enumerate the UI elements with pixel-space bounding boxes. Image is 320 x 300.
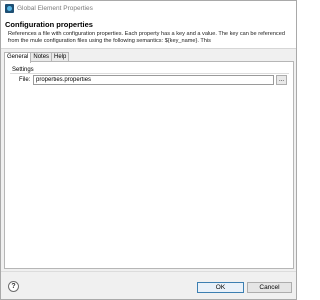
app-icon (5, 4, 14, 13)
browse-button[interactable]: ... (276, 75, 287, 85)
general-tab-panel: Settings File: ... (4, 61, 294, 269)
cancel-button[interactable]: Cancel (247, 282, 292, 293)
header-title: Configuration properties (5, 20, 93, 29)
file-field[interactable] (33, 75, 274, 85)
settings-group-divider (10, 73, 289, 74)
dialog-header: Configuration properties References a fi… (1, 17, 296, 49)
title-bar: Global Element Properties (1, 1, 296, 17)
help-icon[interactable]: ? (8, 281, 19, 292)
global-element-properties-dialog: Global Element Properties Configuration … (0, 0, 297, 300)
header-description: References a file with configuration pro… (8, 31, 285, 44)
tab-general[interactable]: General (4, 52, 32, 63)
file-label: File: (19, 77, 31, 83)
footer-divider (1, 271, 296, 272)
window-title: Global Element Properties (17, 5, 93, 12)
ok-button[interactable]: OK (197, 282, 244, 293)
